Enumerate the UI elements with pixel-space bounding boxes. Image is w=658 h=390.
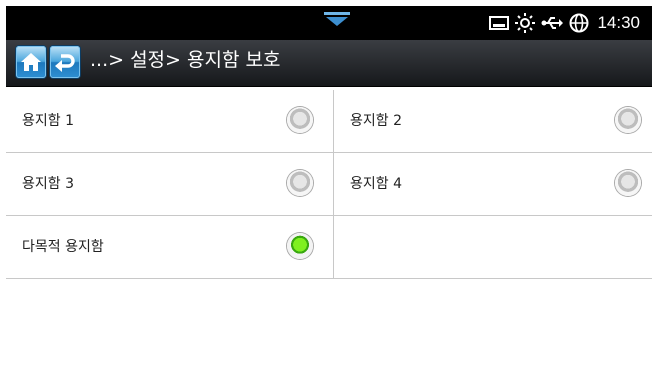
option-row: 다목적 용지함: [6, 216, 652, 279]
option-row: 용지함 3 용지함 4: [6, 153, 652, 216]
sun-icon: [515, 13, 536, 33]
status-bar: 14:30: [6, 6, 652, 40]
usb-icon: [541, 15, 564, 31]
home-button[interactable]: [16, 46, 46, 78]
globe-icon: [569, 13, 589, 33]
empty-cell: [333, 216, 657, 278]
option-label: 용지함 2: [350, 113, 402, 129]
radio-button-tray-2[interactable]: [615, 107, 641, 133]
option-tray-3[interactable]: 용지함 3: [6, 153, 329, 215]
option-label: 용지함 4: [350, 176, 402, 192]
notification-pull-icon[interactable]: [324, 12, 350, 26]
option-label: 용지함 1: [22, 113, 74, 129]
option-row: 용지함 1 용지함 2: [6, 90, 652, 153]
option-tray-2[interactable]: 용지함 2: [333, 90, 657, 152]
breadcrumb: ...> 설정> 용지함 보호: [90, 49, 281, 71]
option-tray-4[interactable]: 용지함 4: [333, 153, 657, 215]
clock: 14:30: [597, 13, 640, 32]
back-button[interactable]: [50, 46, 80, 78]
tray-icon: [489, 15, 510, 31]
back-arrow-icon: [55, 54, 75, 72]
option-label: 다목적 용지함: [22, 239, 104, 255]
option-multipurpose-tray[interactable]: 다목적 용지함: [6, 216, 329, 278]
radio-button-tray-3[interactable]: [287, 170, 313, 196]
option-grid: 용지함 1 용지함 2 용지함 3 용지함 4 다목적 용지함: [6, 90, 652, 279]
title-bar: ...> 설정> 용지함 보호: [6, 40, 652, 87]
option-label: 용지함 3: [22, 176, 74, 192]
home-icon: [21, 53, 41, 71]
radio-button-multipurpose-tray[interactable]: [287, 233, 313, 259]
radio-button-tray-4[interactable]: [615, 170, 641, 196]
radio-button-tray-1[interactable]: [287, 107, 313, 133]
option-tray-1[interactable]: 용지함 1: [6, 90, 329, 152]
